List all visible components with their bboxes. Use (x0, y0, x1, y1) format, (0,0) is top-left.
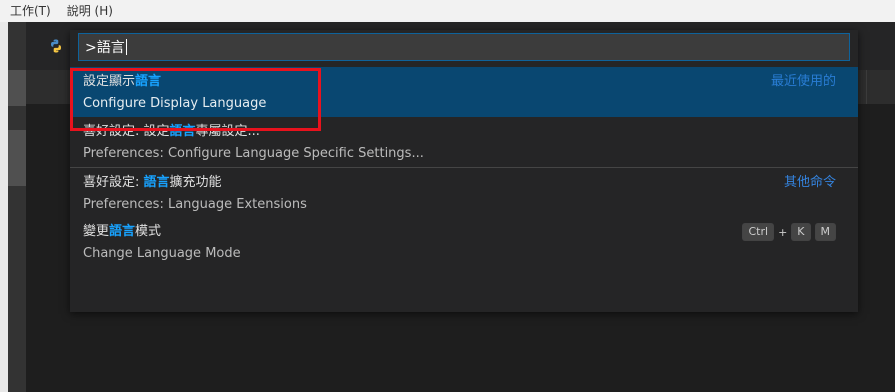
keybinding: Ctrl + K M (742, 223, 836, 241)
command-list: 設定顯示語言 Configure Display Language 最近使用的 … (70, 67, 858, 267)
tab-divider (866, 70, 867, 104)
key-k: K (791, 223, 811, 241)
menu-bar: 工作(T) 說明 (H) (0, 0, 895, 22)
command-label: 設定顯示語言 (83, 73, 858, 91)
command-palette: >語言 設定顯示語言 Configure Display Language 最近… (70, 30, 858, 312)
label-match: 語言 (169, 124, 196, 139)
label-text: 變更 (83, 224, 110, 239)
key-ctrl: Ctrl (742, 223, 775, 241)
label-text: 擴充功能 (169, 175, 222, 190)
label-text: 設定顯示 (83, 74, 136, 89)
command-configure-display-language[interactable]: 設定顯示語言 Configure Display Language 最近使用的 (70, 67, 858, 117)
text-caret (125, 39, 127, 55)
activity-item[interactable] (8, 70, 26, 106)
group-label-recent: 最近使用的 (770, 74, 836, 89)
command-detail: Configure Display Language (83, 96, 267, 111)
label-match: 語言 (109, 224, 136, 239)
command-palette-input[interactable]: >語言 (78, 33, 850, 61)
label-match: 語言 (135, 74, 162, 89)
label-match: 語言 (143, 175, 170, 190)
activity-item[interactable] (8, 130, 26, 158)
python-icon (51, 39, 61, 53)
key-m: M (814, 223, 836, 241)
menu-help[interactable]: 說明 (H) (67, 0, 113, 22)
command-detail: Change Language Mode (83, 246, 241, 261)
key-plus: + (778, 225, 788, 239)
activity-bar (8, 22, 26, 392)
label-text: 喜好設定: 設定 (83, 124, 170, 139)
menu-terminal[interactable]: 工作(T) (10, 0, 51, 22)
label-text: 模式 (135, 224, 162, 239)
command-change-language-mode[interactable]: 變更語言模式 Change Language Mode Ctrl + K M (70, 217, 858, 267)
command-configure-language-specific-settings[interactable]: 喜好設定: 設定語言專屬設定... Preferences: Configure… (70, 117, 858, 167)
command-detail: Preferences: Language Extensions (83, 197, 307, 212)
group-label-other: 其他命令 (783, 175, 836, 190)
command-language-extensions[interactable]: 喜好設定: 語言擴充功能 Preferences: Language Exten… (70, 167, 858, 217)
command-label: 喜好設定: 語言擴充功能 (83, 174, 858, 192)
label-text: 喜好設定: (83, 175, 144, 190)
command-input-value: >語言 (85, 40, 125, 56)
activity-item[interactable] (8, 156, 26, 186)
command-label: 喜好設定: 設定語言專屬設定... (83, 123, 858, 141)
command-detail: Preferences: Configure Language Specific… (83, 146, 424, 161)
label-text: 專屬設定... (195, 124, 260, 139)
window-edge (0, 22, 8, 392)
